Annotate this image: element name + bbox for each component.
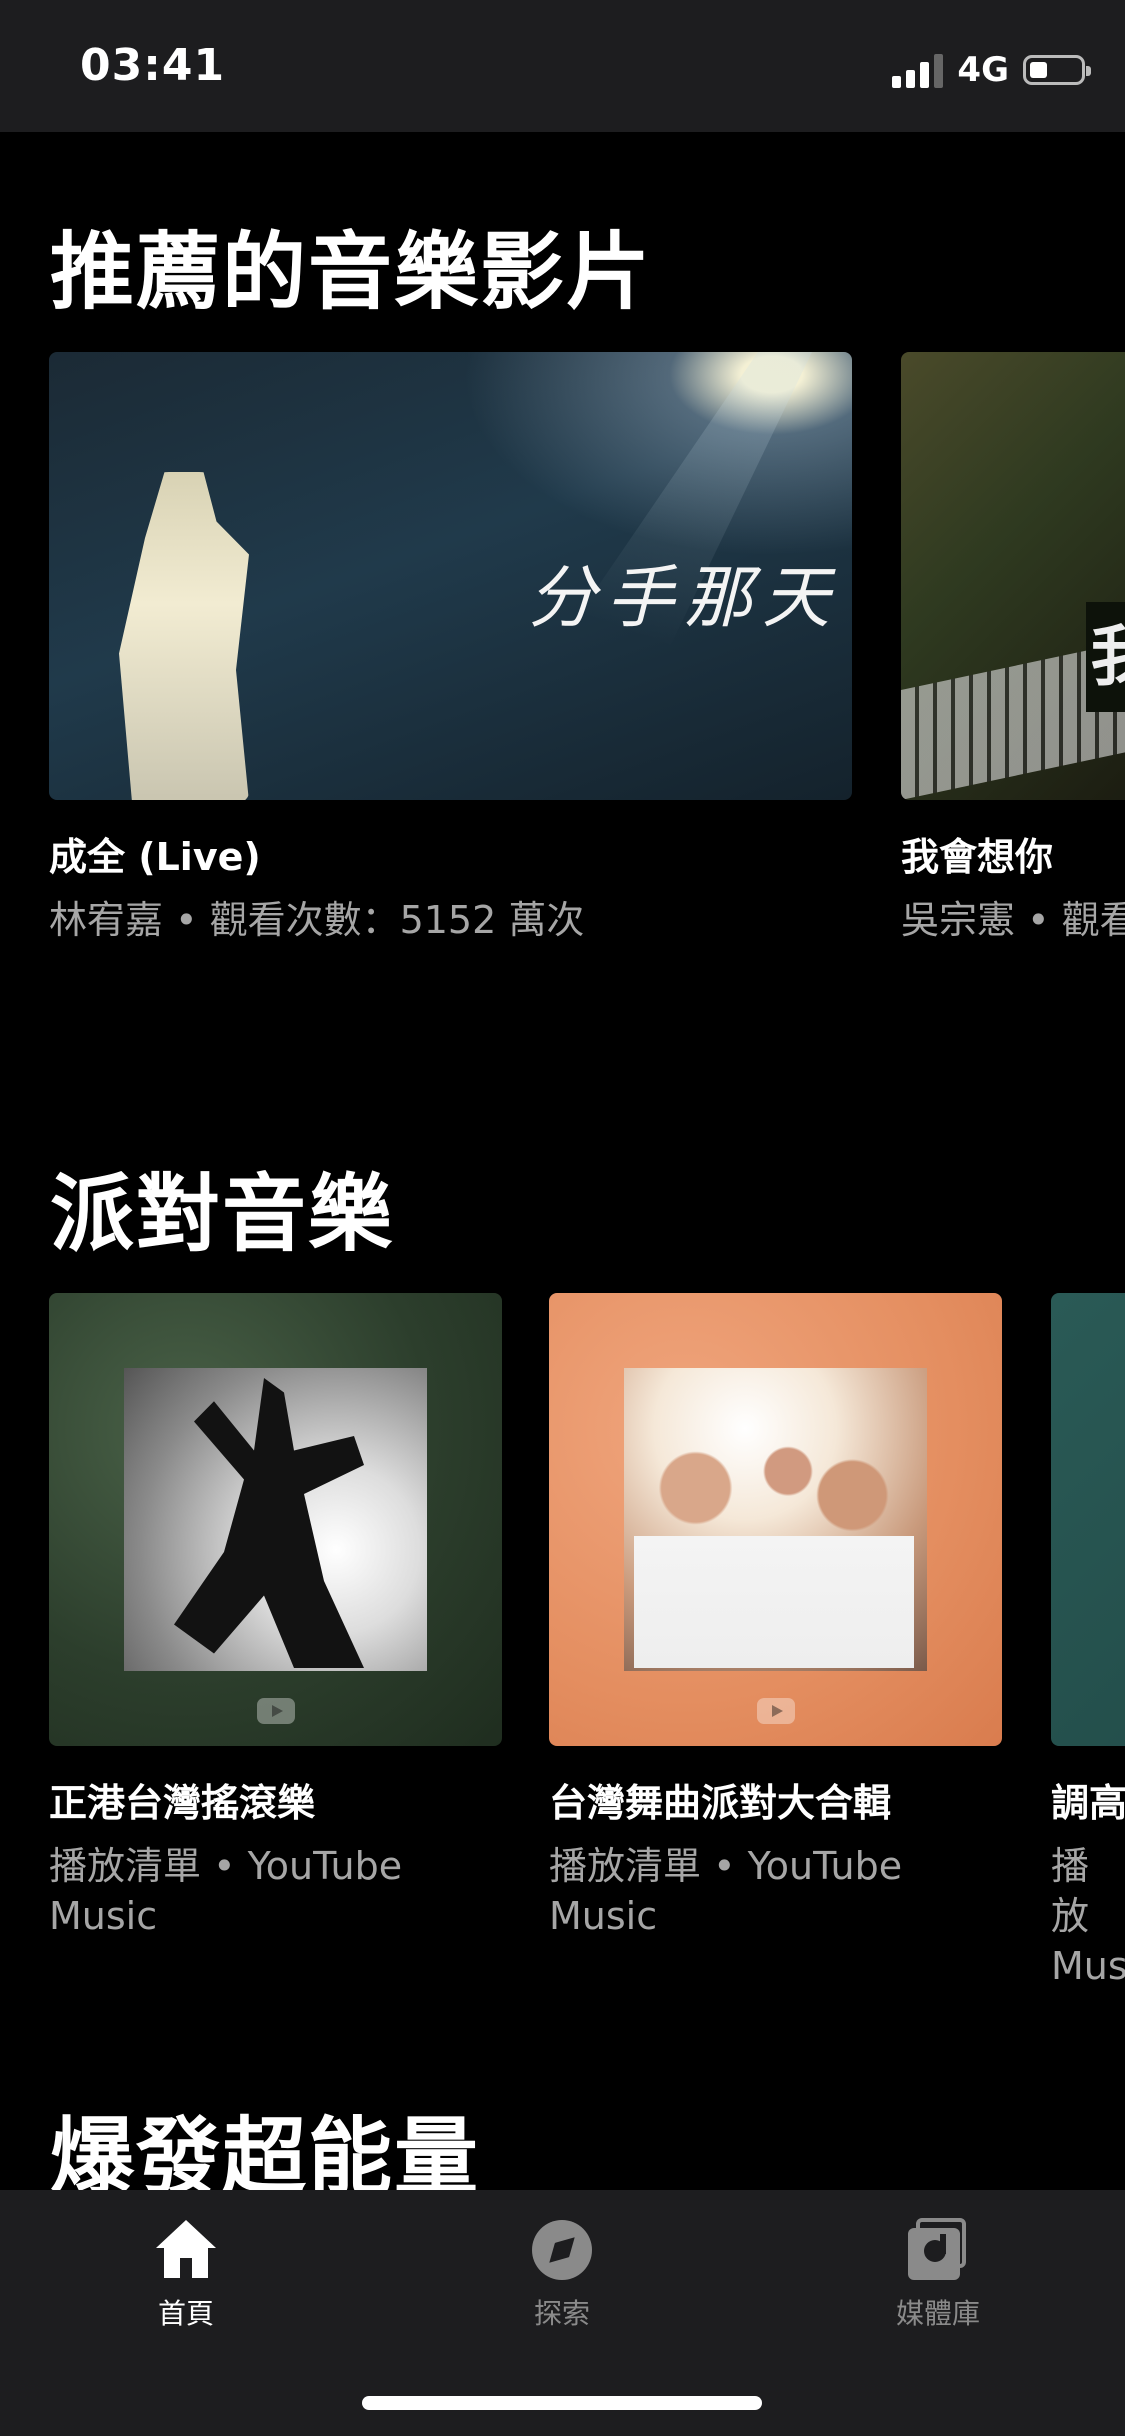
bottom-nav: 首頁 探索 媒體庫 — [0, 2190, 1125, 2436]
playlist-thumbnail[interactable] — [1051, 1293, 1125, 1746]
home-icon — [154, 2218, 218, 2282]
video-thumbnail[interactable]: 分手那天 — [49, 352, 852, 800]
playlist-title: 台灣舞曲派對大合輯 — [549, 1781, 892, 1825]
playlist-title: 正港台灣搖滾樂 — [49, 1781, 316, 1825]
battery-icon — [1023, 55, 1091, 85]
video-title: 我會想你 — [901, 835, 1054, 879]
status-time: 03:41 — [80, 40, 226, 91]
youtube-icon — [256, 1698, 295, 1724]
nav-item-library[interactable]: 媒體庫 — [838, 2218, 1038, 2332]
status-indicators: 4G — [892, 48, 1091, 92]
status-bar: 03:41 4G — [0, 0, 1125, 132]
playlist-subtitle: 播放 Mus — [1051, 1844, 1125, 1988]
video-subtitle: 林宥嘉 • 觀看次數：5152 萬次 — [49, 898, 585, 942]
video-card[interactable]: 分手那天 成全 (Live) 林宥嘉 • 觀看次數：5152 萬次 — [49, 352, 852, 945]
thumbnail-text: 分手那天 — [527, 559, 840, 638]
playlist-title: 調高 — [1051, 1781, 1125, 1825]
screen: 03:41 4G 推薦的音樂影片 分手那天 成全 (Live) 林宥嘉 • 觀看… — [0, 0, 1125, 2436]
playlist-card[interactable]: 調高 播放 Mus — [1051, 1293, 1125, 1991]
nav-item-home[interactable]: 首頁 — [86, 2218, 286, 2332]
home-indicator[interactable] — [362, 2396, 762, 2410]
playlist-thumbnail[interactable] — [549, 1293, 1002, 1746]
video-card[interactable]: 我 我會想你 吳宗憲 • 觀看 — [901, 352, 1125, 945]
video-thumbnail[interactable]: 我 — [901, 352, 1125, 800]
section-title-party-music: 派對音樂 — [50, 1165, 395, 1263]
section-title-recommended-videos: 推薦的音樂影片 — [50, 223, 653, 321]
playlist-subtitle: 播放清單 • YouTube Music — [49, 1844, 403, 1938]
nav-item-explore[interactable]: 探索 — [462, 2218, 662, 2332]
nav-label: 探索 — [533, 2297, 590, 2330]
video-subtitle: 吳宗憲 • 觀看 — [901, 898, 1125, 942]
playlist-subtitle: 播放清單 • YouTube Music — [549, 1844, 903, 1938]
nav-label: 媒體庫 — [895, 2297, 980, 2330]
compass-icon — [530, 2218, 594, 2282]
playlist-thumbnail[interactable] — [49, 1293, 502, 1746]
playlist-card[interactable]: 正港台灣搖滾樂 播放清單 • YouTube Music — [49, 1293, 502, 1941]
signal-icon — [892, 52, 944, 88]
network-type: 4G — [957, 50, 1009, 90]
youtube-icon — [756, 1698, 795, 1724]
library-icon — [906, 2218, 970, 2282]
playlist-card[interactable]: 台灣舞曲派對大合輯 播放清單 • YouTube Music — [549, 1293, 1002, 1941]
thumbnail-text: 我 — [1086, 602, 1125, 712]
video-title: 成全 (Live) — [49, 835, 261, 879]
nav-label: 首頁 — [157, 2297, 214, 2330]
